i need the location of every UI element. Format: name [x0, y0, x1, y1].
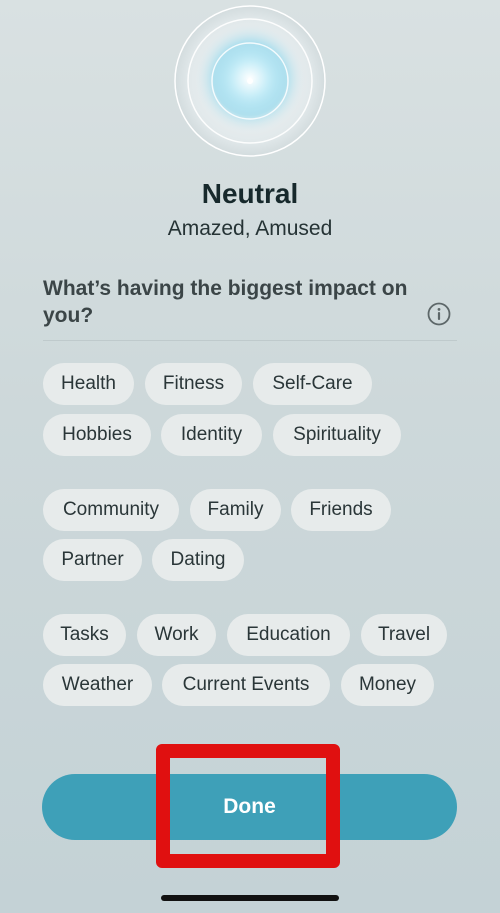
- chip-education[interactable]: Education: [227, 614, 350, 656]
- chip-work[interactable]: Work: [137, 614, 216, 656]
- mood-title: Neutral: [201, 178, 299, 209]
- info-icon[interactable]: [427, 302, 451, 326]
- chip-partner[interactable]: Partner: [43, 539, 142, 581]
- chip-money[interactable]: Money: [341, 664, 434, 706]
- chip-family[interactable]: Family: [190, 489, 281, 531]
- chip-hobbies[interactable]: Hobbies: [43, 414, 151, 456]
- chip-current-events[interactable]: Current Events: [162, 664, 330, 706]
- chip-friends[interactable]: Friends: [291, 489, 391, 531]
- done-button[interactable]: Done: [42, 774, 457, 840]
- chip-tasks[interactable]: Tasks: [43, 614, 126, 656]
- chip-travel[interactable]: Travel: [361, 614, 447, 656]
- chip-self-care[interactable]: Self-Care: [253, 363, 372, 405]
- chip-dating[interactable]: Dating: [152, 539, 244, 581]
- home-indicator[interactable]: [161, 895, 339, 901]
- chip-spirituality[interactable]: Spirituality: [273, 414, 401, 456]
- chip-community[interactable]: Community: [43, 489, 179, 531]
- mood-subtitle: Amazed, Amused: [167, 217, 333, 240]
- divider: [43, 340, 457, 341]
- chip-weather[interactable]: Weather: [43, 664, 152, 706]
- mood-orb-icon: [174, 5, 326, 157]
- chip-health[interactable]: Health: [43, 363, 134, 405]
- chip-identity[interactable]: Identity: [161, 414, 262, 456]
- impact-question: What’s having the biggest impact on you?: [43, 277, 408, 327]
- chip-fitness[interactable]: Fitness: [145, 363, 242, 405]
